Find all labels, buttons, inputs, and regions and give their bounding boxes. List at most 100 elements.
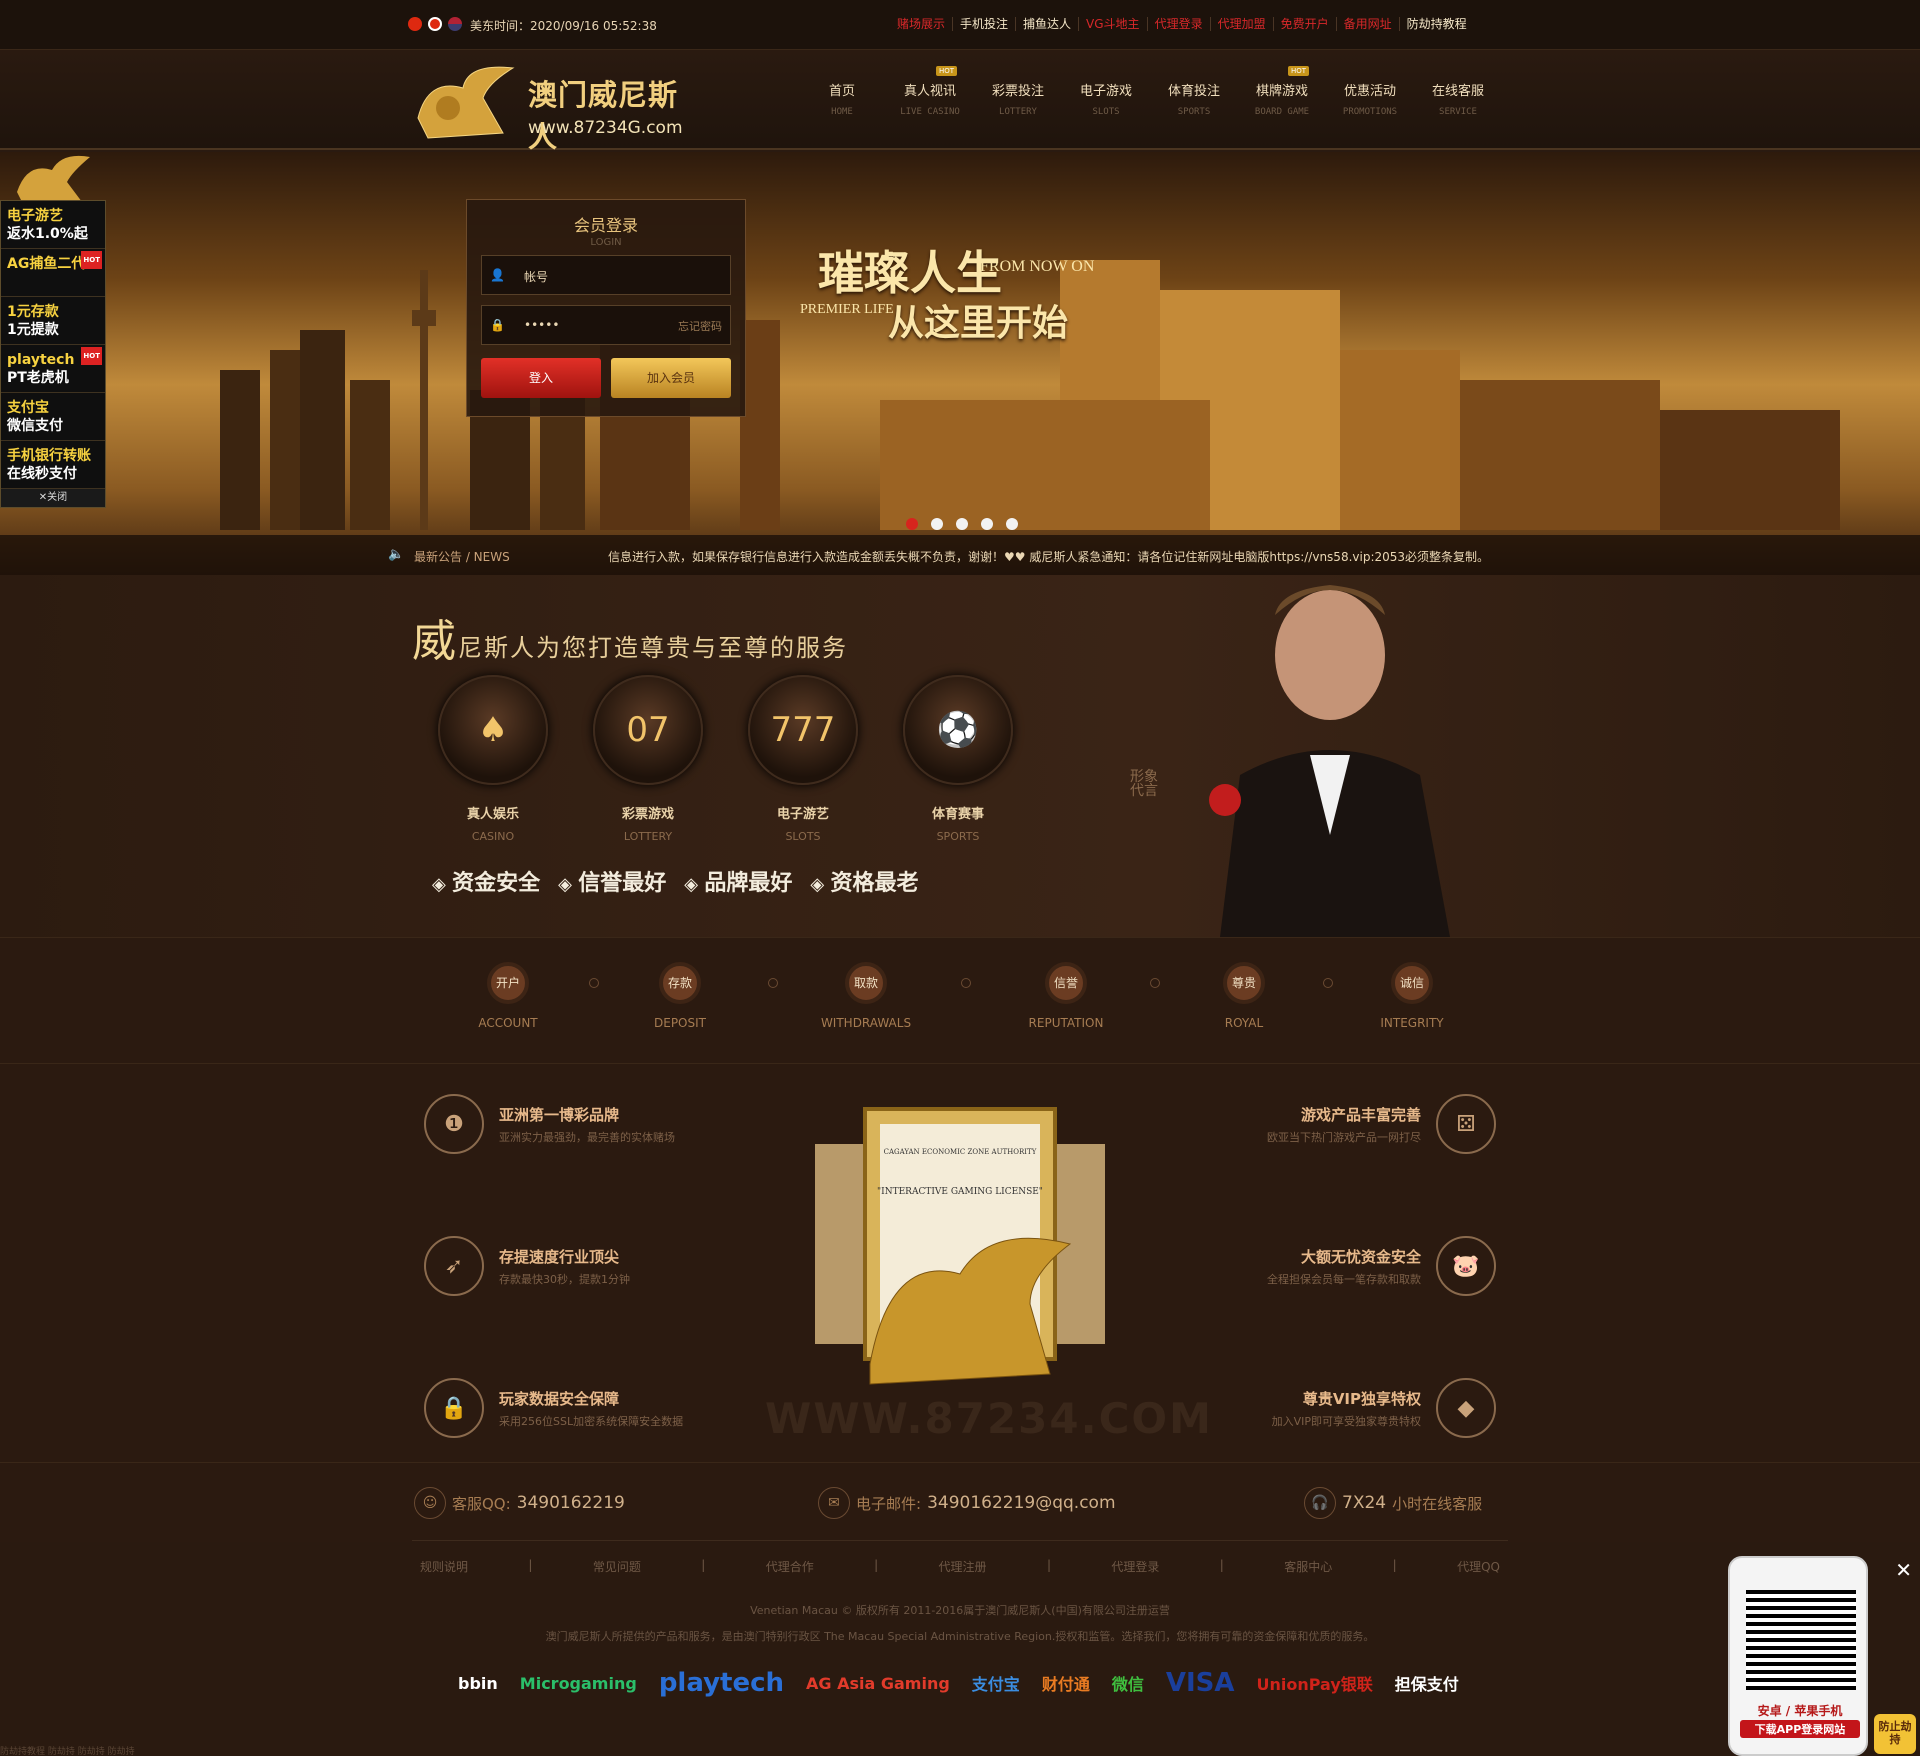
carousel-dot[interactable] xyxy=(981,518,993,530)
service-sports[interactable]: ⚽ 体育赛事 SPORTS xyxy=(893,675,1023,843)
side-float-item[interactable]: 手机银行转账在线秒支付 xyxy=(1,441,105,489)
footer-separator: | xyxy=(701,1558,706,1572)
service-lottery[interactable]: 07 彩票游戏 LOTTERY xyxy=(583,675,713,843)
logo[interactable]: 澳门威尼斯人 www.87234G.com xyxy=(408,58,688,154)
partner-logo: VISA xyxy=(1165,1668,1235,1698)
step-withdrawals: 取款 WITHDRAWALS xyxy=(806,962,926,1030)
nav-item-lottery[interactable]: 彩票投注 LOTTERY xyxy=(974,80,1062,117)
nav-sublabel: SERVICE xyxy=(1439,107,1477,117)
login-panel: 会员登录 LOGIN 👤 帐号 🔒 ••••• 忘记密码 登入 加入会员 xyxy=(466,199,746,417)
step-label: ACCOUNT xyxy=(478,1016,538,1030)
carousel-dot[interactable] xyxy=(956,518,968,530)
side-float-item[interactable]: AG捕鱼二代HOT xyxy=(1,249,105,297)
step-circle: 尊贵 xyxy=(1223,962,1265,1004)
nav-item-slots[interactable]: 电子游戏 SLOTS xyxy=(1062,80,1150,117)
nav-item-promotions[interactable]: 优惠活动 PROMOTIONS xyxy=(1326,80,1414,117)
partner-logo: AG Asia Gaming xyxy=(806,1673,950,1693)
side-float-item[interactable]: 1元存款 1元提款 xyxy=(1,297,105,345)
side-float-item[interactable]: 电子游艺返水1.0%起 xyxy=(1,201,105,249)
feature-left: 🔒 玩家数据安全保障 采用256位SSL加密系统保障安全数据 xyxy=(424,1378,724,1448)
footer-link[interactable]: 常见问题 xyxy=(593,1558,641,1575)
footer-link[interactable]: 客服中心 xyxy=(1284,1558,1332,1575)
step-deposit: 存款 DEPOSIT xyxy=(620,962,740,1030)
footer-link[interactable]: 代理合作 xyxy=(766,1558,814,1575)
trust-badge-label: 品牌最好 xyxy=(704,870,793,896)
qq-contact[interactable]: ☺ 客服QQ: 3490162219 xyxy=(414,1487,625,1519)
services-section: 威尼斯人为您打造尊贵与至尊的服务 ◈ 资金安全 ◈ 信誉最好 ◈ 品牌最好 ◈ 资格最… xyxy=(0,575,1920,937)
cert-title: "INTERACTIVE GAMING LICENSE" xyxy=(877,1187,1043,1197)
spokesperson-label: 形象代言 xyxy=(1130,769,1158,799)
side-float-item[interactable]: 支付宝微信支付 xyxy=(1,393,105,441)
watermark-text: WWW.87234.COM xyxy=(765,1394,1213,1443)
top-link[interactable]: 代理加盟 xyxy=(1211,17,1274,31)
hot-badge: HOT xyxy=(81,347,102,365)
service-contact[interactable]: 🎧 7X24 小时在线客服 xyxy=(1304,1487,1482,1519)
top-link[interactable]: 赌场展示 xyxy=(890,17,954,31)
side-float-promo: 电子游艺 返水1.0%起 AG捕鱼二代 HOT 1元存款 1元提款 playtech PT老虎… xyxy=(0,200,106,508)
partner-logos: bbin Microgaming playtech AG Asia Gaming 支付宝… xyxy=(458,1668,1459,1698)
partner-logo: playtech xyxy=(658,1668,785,1698)
nav-item-board-game[interactable]: HOT 棋牌游戏 BOARD GAME xyxy=(1238,66,1326,117)
nav-item-service[interactable]: 在线客服 SERVICE xyxy=(1414,80,1502,117)
anti-hijack-badge[interactable]: 防止劫持 xyxy=(1874,1714,1916,1754)
carousel-dot[interactable] xyxy=(931,518,943,530)
top-link[interactable]: 免费开户 xyxy=(1274,17,1337,31)
nav-item-sports[interactable]: 体育投注 SPORTS xyxy=(1150,80,1238,117)
news-marquee[interactable]: 信息进行入款，如果保存银行信息进行入款造成金额丢失概不负责，谢谢！♥♥ 威尼斯人… xyxy=(608,548,1482,565)
side-float-item[interactable]: playtechPT老虎机HOT xyxy=(1,345,105,393)
carousel-dot[interactable] xyxy=(906,518,918,530)
service-label: 体育赛事 xyxy=(931,807,984,822)
top-link[interactable]: 代理登录 xyxy=(1148,17,1211,31)
banner-slogan-en: FROM NOW ON xyxy=(980,258,1095,275)
step-royal: 尊贵 ROYAL xyxy=(1184,962,1304,1030)
feature-desc: 欧亚当下热门游戏产品一网打尽 xyxy=(1267,1131,1421,1144)
top-link[interactable]: 备用网址 xyxy=(1337,17,1400,31)
us-flag-icon[interactable] xyxy=(448,17,462,31)
regulation-text: 澳门威尼斯人所提供的产品和服务，是由澳门特别行政区 The Macau Spec… xyxy=(545,1630,1375,1643)
login-button[interactable]: 登入 xyxy=(481,358,601,398)
footer-link[interactable]: 代理注册 xyxy=(939,1558,987,1575)
copyright: Venetian Macau © 版权所有 2011-2016属于澳门威尼斯人(… xyxy=(750,1604,1170,1617)
forgot-password-link[interactable]: 忘记密码 xyxy=(678,318,722,334)
footer-separator: | xyxy=(1219,1558,1224,1572)
email-contact[interactable]: ✉ 电子邮件: 3490162219@qq.com xyxy=(818,1487,1116,1519)
service-casino[interactable]: ♠ 真人娱乐 CASINO xyxy=(428,675,558,843)
service-text: 小时在线客服 xyxy=(1392,1494,1483,1513)
footer-link[interactable]: 规则说明 xyxy=(420,1558,468,1575)
banner-slogan-en2: PREMIER LIFE xyxy=(800,302,894,317)
top-link[interactable]: 手机投注 xyxy=(953,17,1017,31)
hero-banner[interactable]: 璀璨人生 FROM NOW ON PREMIER LIFE 从这里开始 🔈 最新… xyxy=(0,152,1920,575)
qr-close-button[interactable]: ✕ xyxy=(1895,1558,1912,1582)
side-line1: 支付宝 xyxy=(7,400,49,416)
nav-item-home[interactable]: 首页 HOME xyxy=(798,80,886,117)
carousel-dot[interactable] xyxy=(1006,518,1018,530)
service-slots[interactable]: 777 电子游艺 SLOTS xyxy=(738,675,868,843)
side-float-lion-icon xyxy=(12,152,92,204)
feature-title: 大额无忧资金安全 xyxy=(1300,1248,1421,1266)
headset-icon: 🎧 xyxy=(1304,1487,1336,1519)
app-download-float: 安卓 / 苹果手机 下载APP登录网站 ✕ 防止劫持 xyxy=(1726,1554,1920,1756)
diamond-icon: ◆ xyxy=(1436,1378,1496,1438)
feature-title: 亚洲第一博彩品牌 xyxy=(499,1106,620,1124)
footer-link[interactable]: 代理QQ xyxy=(1457,1558,1500,1575)
shield-icon: ◈ xyxy=(558,874,579,895)
feature-desc: 亚洲实力最强劲，最完善的实体赌场 xyxy=(499,1131,675,1144)
top-link[interactable]: VG斗地主 xyxy=(1079,17,1148,31)
step-label: WITHDRAWALS xyxy=(820,1016,912,1030)
qr-download-button[interactable]: 下载APP登录网站 xyxy=(1740,1720,1860,1738)
password-field[interactable]: 🔒 ••••• 忘记密码 xyxy=(481,305,731,345)
hk-flag-icon[interactable] xyxy=(428,17,442,31)
piggy-bank-icon: 🐷 xyxy=(1436,1236,1496,1296)
join-member-button[interactable]: 加入会员 xyxy=(611,358,731,398)
footer-links: 规则说明 | 常见问题 | 代理合作 | 代理注册 | 代理登录 | 客服中心 | 代理QQ xyxy=(420,1558,1500,1575)
top-link[interactable]: 防劫持教程 xyxy=(1400,17,1474,31)
footer-link[interactable]: 代理登录 xyxy=(1111,1558,1159,1575)
side-line2: 1元提款 xyxy=(7,322,59,338)
nav-item-live-casino[interactable]: HOT 真人视讯 LIVE CASINO xyxy=(886,66,974,117)
username-field[interactable]: 👤 帐号 xyxy=(481,255,731,295)
cn-flag-icon[interactable] xyxy=(408,17,422,31)
partner-logo: 支付宝 xyxy=(971,1675,1020,1694)
qq-label: 客服QQ: xyxy=(452,1494,511,1513)
top-link[interactable]: 捕鱼达人 xyxy=(1016,17,1080,31)
side-float-close-button[interactable]: ✕关闭 xyxy=(1,489,105,507)
